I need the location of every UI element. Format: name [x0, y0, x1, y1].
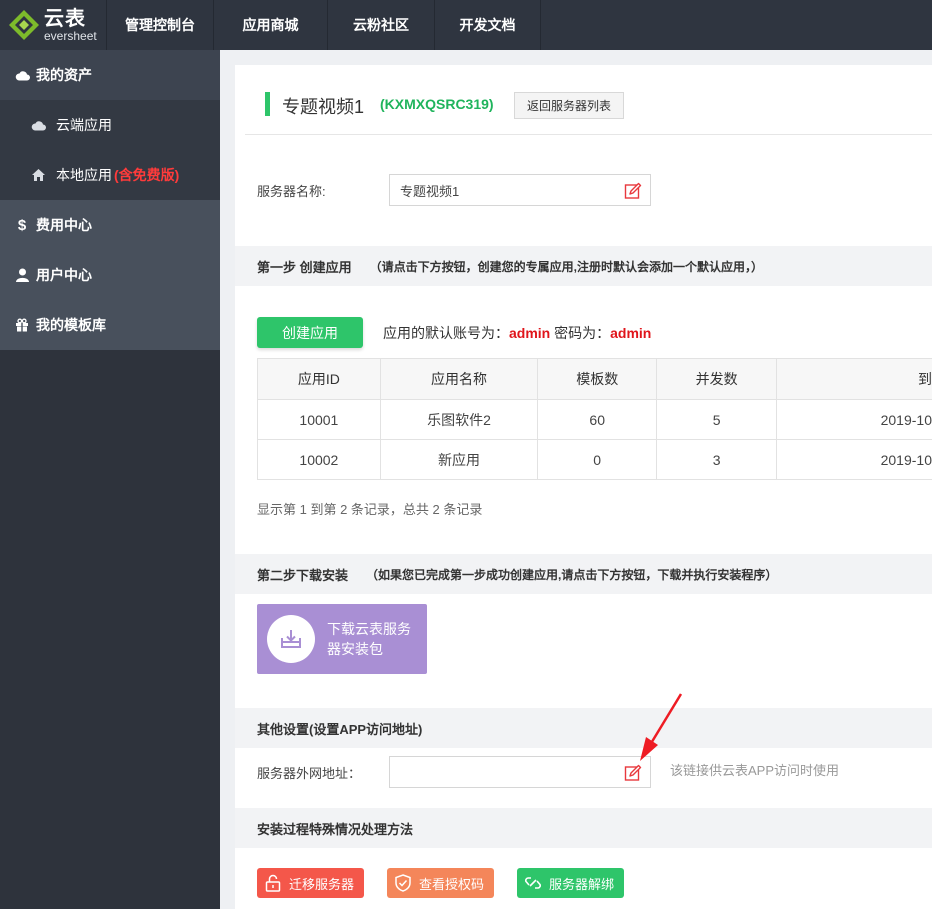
sidebar-item-my-assets[interactable]: 我的资产 — [0, 50, 220, 100]
col-template-count: 模板数 — [537, 358, 658, 400]
gift-icon — [14, 317, 30, 333]
server-name-value: 专题视频1 — [400, 183, 460, 199]
server-name-field[interactable]: 专题视频1 — [389, 174, 651, 206]
create-app-button[interactable]: 创建应用 — [257, 317, 363, 348]
back-to-server-list-button[interactable]: 返回服务器列表 — [514, 92, 624, 119]
nav-docs[interactable]: 开发文档 — [434, 0, 541, 50]
logo[interactable]: 云表 eversheet — [0, 0, 106, 50]
table-row[interactable]: 10001 乐图软件2 60 5 2019-10 — [257, 399, 932, 440]
user-icon — [14, 267, 30, 283]
col-expiry: 到 — [776, 358, 932, 400]
page-header: 专题视频1 (KXMXQSRC319) 返回服务器列表 — [245, 65, 932, 135]
step2-note: （如果您已完成第一步成功创建应用,请点击下方按钮，下载并执行安装程序） — [366, 567, 778, 582]
edit-icon[interactable] — [624, 182, 642, 200]
shield-icon — [395, 874, 411, 892]
cloud-icon — [14, 67, 30, 83]
unbind-server-button[interactable]: 服务器解绑 — [517, 868, 625, 898]
sidebar-label: 用户中心 — [36, 267, 92, 283]
unlock-icon — [265, 874, 281, 892]
logo-name-en: eversheet — [44, 28, 97, 43]
main-panel: 专题视频1 (KXMXQSRC319) 返回服务器列表 服务器名称: 专题视频1… — [235, 65, 932, 909]
sidebar-item-user-center[interactable]: 用户中心 — [0, 250, 220, 300]
sidebar-item-templates[interactable]: 我的模板库 — [0, 300, 220, 350]
sidebar-label: 我的资产 — [36, 67, 92, 83]
unlink-icon — [525, 877, 541, 889]
server-name-label: 服务器名称: — [257, 184, 326, 199]
cloud-icon — [30, 117, 46, 133]
step2-header: 第二步下载安装 （如果您已完成第一步成功创建应用,请点击下方按钮，下载并执行安装… — [235, 554, 932, 594]
free-version-note: (含免费版) — [114, 167, 180, 183]
migrate-server-button[interactable]: 迁移服务器 — [257, 868, 365, 898]
download-label-line1: 下载云表服务 — [327, 621, 411, 637]
nav-community[interactable]: 云粉社区 — [327, 0, 434, 50]
default-username: admin — [509, 325, 551, 341]
download-icon — [267, 615, 315, 663]
sidebar-label: 费用中心 — [36, 217, 92, 233]
other-settings-title: 其他设置(设置APP访问地址) — [257, 721, 423, 737]
default-account-note: 应用的默认账号为：admin 密码为：admin — [383, 325, 652, 341]
step1-title: 第一步 创建应用 — [257, 259, 352, 275]
table-row[interactable]: 10002 新应用 0 3 2019-10 — [257, 439, 932, 480]
page-title: 专题视频1 — [282, 97, 365, 117]
nav-app-store[interactable]: 应用商城 — [213, 0, 327, 50]
dollar-icon: $ — [17, 216, 27, 234]
table-header-row: 应用ID 应用名称 模板数 并发数 到 — [257, 358, 932, 400]
sidebar: 我的资产 云端应用 本地应用 (含免费版) $ 费用中心 用户中心 我的模板库 — [0, 50, 220, 909]
col-concurrency: 并发数 — [656, 358, 778, 400]
other-settings-header: 其他设置(设置APP访问地址) — [235, 708, 932, 748]
server-code: (KXMXQSRC319) — [380, 96, 494, 112]
home-icon — [30, 167, 46, 183]
sidebar-label: 本地应用 — [56, 167, 112, 183]
special-handling-header: 安装过程特殊情况处理方法 — [235, 808, 932, 848]
top-bar: 云表 eversheet 管理控制台 应用商城 云粉社区 开发文档 — [0, 0, 932, 50]
edit-icon[interactable] — [624, 764, 642, 782]
step1-note: （请点击下方按钮，创建您的专属应用,注册时默认会添加一个默认应用，） — [369, 259, 763, 274]
nav-console[interactable]: 管理控制台 — [106, 0, 213, 50]
external-address-field[interactable] — [389, 756, 651, 788]
step2-title: 第二步下载安装 — [257, 567, 349, 583]
logo-icon — [8, 9, 40, 41]
sidebar-item-cloud-apps[interactable]: 云端应用 — [0, 100, 220, 150]
logo-name-cn: 云表 — [44, 7, 86, 30]
step1-header: 第一步 创建应用 （请点击下方按钮，创建您的专属应用,注册时默认会添加一个默认应… — [235, 246, 932, 286]
record-count-note: 显示第 1 到第 2 条记录，总共 2 条记录 — [257, 502, 483, 517]
sidebar-item-local-apps[interactable]: 本地应用 (含免费版) — [0, 150, 220, 200]
download-label-line2: 器安装包 — [327, 641, 383, 657]
col-app-name: 应用名称 — [379, 358, 539, 400]
sidebar-label: 云端应用 — [56, 117, 112, 133]
view-license-button[interactable]: 查看授权码 — [387, 868, 495, 898]
default-password: admin — [610, 325, 652, 341]
sidebar-label: 我的模板库 — [36, 317, 106, 333]
apps-table: 应用ID 应用名称 模板数 并发数 到 10001 乐图软件2 60 5 201… — [257, 358, 932, 480]
external-address-label: 服务器外网地址： — [257, 766, 362, 781]
external-address-help: 该链接供云表APP访问时使用 — [670, 763, 840, 778]
sidebar-item-billing[interactable]: $ 费用中心 — [0, 200, 220, 250]
special-handling-title: 安装过程特殊情况处理方法 — [257, 821, 414, 837]
download-installer-button[interactable]: 下载云表服务 器安装包 — [257, 604, 427, 674]
col-app-id: 应用ID — [257, 358, 381, 400]
